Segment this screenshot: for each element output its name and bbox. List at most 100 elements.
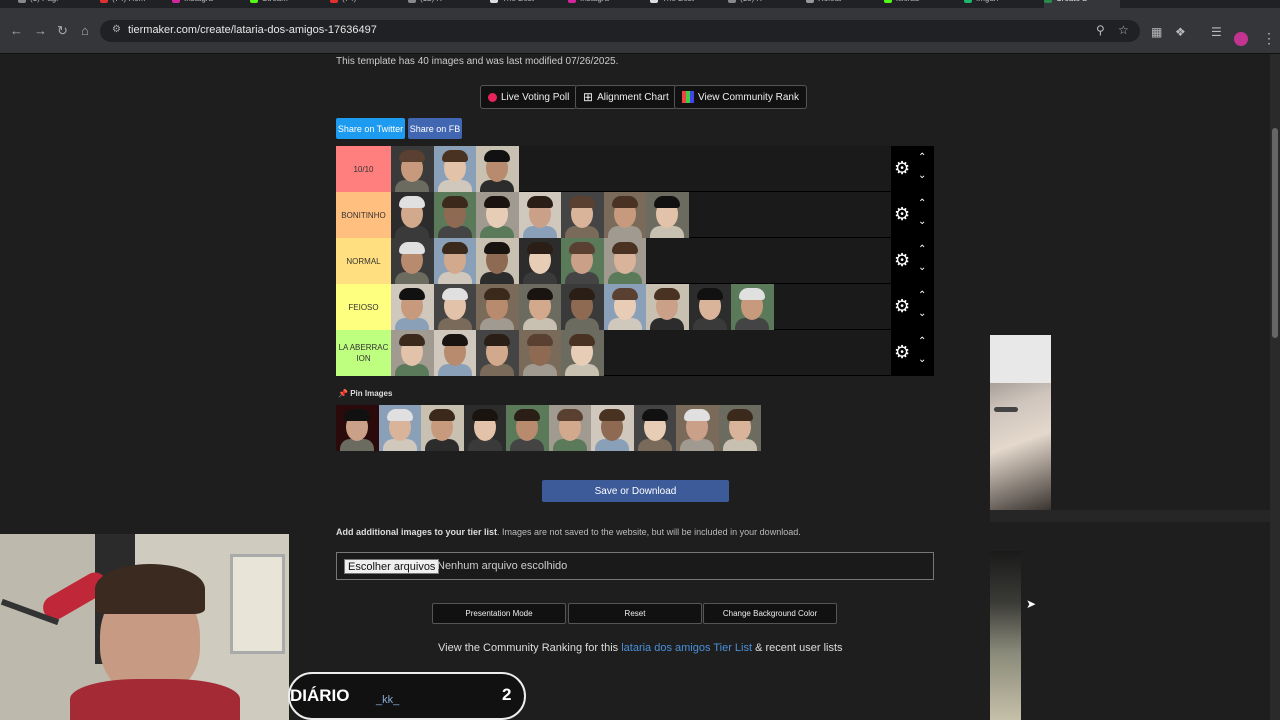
forward-icon[interactable]: → <box>34 23 47 39</box>
gear-icon[interactable]: ⚙ <box>894 297 910 315</box>
scrollbar-thumb[interactable] <box>1272 128 1278 338</box>
extension-icon[interactable]: ▦ <box>1151 25 1162 39</box>
close-tab-icon[interactable]: × <box>540 0 545 3</box>
tier-image[interactable] <box>518 238 561 284</box>
close-tab-icon[interactable]: × <box>1093 0 1098 3</box>
pin-image[interactable] <box>718 405 761 451</box>
tier-label[interactable]: FEIOSO <box>336 284 391 330</box>
browser-tab[interactable]: (18) X × <box>728 0 804 8</box>
browser-tab[interactable]: Imgur: × <box>964 0 1040 8</box>
tier-image[interactable] <box>518 192 561 238</box>
chevron-down-icon[interactable]: ⌄ <box>918 354 926 365</box>
home-icon[interactable]: ⌂ <box>81 23 89 39</box>
back-icon[interactable]: ← <box>10 23 23 39</box>
pin-image[interactable] <box>421 405 464 451</box>
close-tab-icon[interactable]: × <box>700 0 705 3</box>
tier-image[interactable] <box>391 238 434 284</box>
close-tab-icon[interactable]: × <box>64 0 69 3</box>
tier-label[interactable]: NORMAL <box>336 238 391 284</box>
tier-image[interactable] <box>731 284 774 330</box>
tier-image[interactable] <box>646 192 689 238</box>
tier-image[interactable] <box>476 192 519 238</box>
gear-icon[interactable]: ⚙ <box>894 251 910 269</box>
chevron-up-icon[interactable]: ⌃ <box>918 336 926 347</box>
pin-image[interactable] <box>676 405 719 451</box>
tier-label[interactable]: BONITINHO <box>336 192 391 238</box>
tier-image[interactable] <box>433 238 476 284</box>
browser-tab[interactable]: (1) Pági × <box>18 0 94 8</box>
save-download-button[interactable]: Save or Download <box>542 480 729 502</box>
close-tab-icon[interactable]: × <box>294 0 299 3</box>
tier-image[interactable] <box>476 238 519 284</box>
browser-tab[interactable]: Create a × <box>1044 0 1120 8</box>
browser-tab[interactable]: The Best × <box>650 0 726 8</box>
tier-image[interactable] <box>433 192 476 238</box>
close-tab-icon[interactable]: × <box>362 0 367 3</box>
tier-image[interactable] <box>518 284 561 330</box>
community-link[interactable]: lataria dos amigos Tier List <box>621 642 752 654</box>
tier-image[interactable] <box>603 192 646 238</box>
pin-image[interactable] <box>463 405 506 451</box>
browser-tab[interactable]: The Best × <box>490 0 566 8</box>
close-tab-icon[interactable]: × <box>925 0 930 3</box>
tier-image[interactable] <box>561 192 604 238</box>
chevron-up-icon[interactable]: ⌃ <box>918 244 926 255</box>
search-icon[interactable]: ⚲ <box>1096 23 1105 37</box>
pin-image[interactable] <box>548 405 591 451</box>
chevron-down-icon[interactable]: ⌄ <box>918 262 926 273</box>
site-info-icon[interactable]: ⚙ <box>112 24 121 35</box>
tier-image[interactable] <box>518 330 561 376</box>
browser-tab[interactable]: (74) Hom × <box>100 0 176 8</box>
tier-image[interactable] <box>433 284 476 330</box>
close-tab-icon[interactable]: × <box>151 0 156 3</box>
chevron-up-icon[interactable]: ⌃ <box>918 152 926 163</box>
community-rank-button[interactable]: View Community Rank <box>674 85 807 109</box>
tier-image[interactable] <box>433 146 476 192</box>
reset-button[interactable]: Reset <box>568 603 702 624</box>
chevron-down-icon[interactable]: ⌄ <box>918 216 926 227</box>
tier-label[interactable]: 10/10 <box>336 146 391 192</box>
reload-icon[interactable]: ↻ <box>57 23 68 39</box>
tier-image[interactable] <box>391 284 434 330</box>
change-bg-button[interactable]: Change Background Color <box>703 603 837 624</box>
page-scrollbar[interactable] <box>1270 54 1280 720</box>
gear-icon[interactable]: ⚙ <box>894 205 910 223</box>
tier-image[interactable] <box>561 284 604 330</box>
tier-image[interactable] <box>476 330 519 376</box>
tier-image[interactable] <box>603 238 646 284</box>
browser-tab[interactable]: kikirau × <box>884 0 960 8</box>
gear-icon[interactable]: ⚙ <box>894 343 910 361</box>
gear-icon[interactable]: ⚙ <box>894 159 910 177</box>
tier-image[interactable] <box>688 284 731 330</box>
chevron-down-icon[interactable]: ⌄ <box>918 170 926 181</box>
close-tab-icon[interactable]: × <box>847 0 852 3</box>
pin-image[interactable] <box>378 405 421 451</box>
chevron-up-icon[interactable]: ⌃ <box>918 290 926 301</box>
close-tab-icon[interactable]: × <box>219 0 224 3</box>
pin-image[interactable] <box>633 405 676 451</box>
menu-icon[interactable]: ⋮ <box>1262 30 1276 47</box>
chevron-down-icon[interactable]: ⌄ <box>918 308 926 319</box>
browser-tab[interactable]: Roleta × <box>806 0 882 8</box>
tier-image[interactable] <box>561 238 604 284</box>
browser-tab[interactable]: (74) × <box>330 0 406 8</box>
share-fb-button[interactable]: Share on FB <box>408 118 462 139</box>
chevron-up-icon[interactable]: ⌃ <box>918 198 926 209</box>
close-tab-icon[interactable]: × <box>1005 0 1010 3</box>
tier-image[interactable] <box>561 330 604 376</box>
alignment-chart-button[interactable]: ⊞ Alignment Chart <box>575 85 677 109</box>
floating-photo-small[interactable] <box>990 551 1021 720</box>
tier-image[interactable] <box>603 284 646 330</box>
browser-tab[interactable]: Instagra × <box>172 0 248 8</box>
tier-image[interactable] <box>391 330 434 376</box>
puzzle-icon[interactable]: ❖ <box>1175 25 1186 39</box>
star-icon[interactable]: ☆ <box>1118 23 1129 37</box>
floating-photo-large[interactable] <box>990 335 1051 510</box>
tier-image[interactable] <box>391 146 434 192</box>
tier-label[interactable]: LA ABERRACION <box>336 330 391 376</box>
browser-tab[interactable]: (12) X × <box>408 0 484 8</box>
close-tab-icon[interactable]: × <box>768 0 773 3</box>
url-field[interactable]: ⚙ tiermaker.com/create/lataria-dos-amigo… <box>100 20 1140 42</box>
share-twitter-button[interactable]: Share on Twitter <box>336 118 405 139</box>
live-voting-button[interactable]: Live Voting Poll <box>480 85 578 109</box>
